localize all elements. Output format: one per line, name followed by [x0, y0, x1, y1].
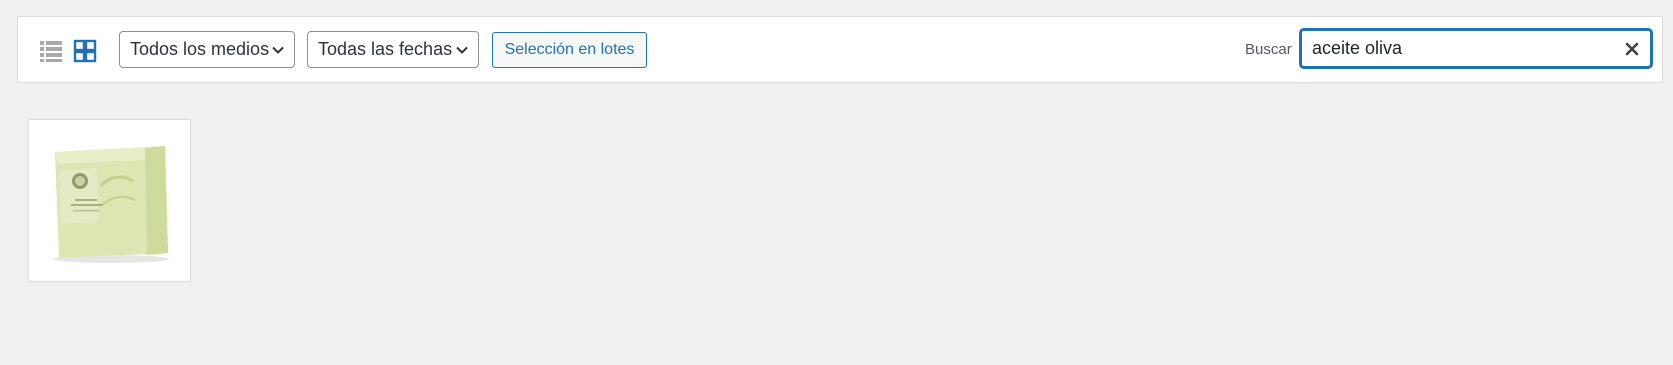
- close-icon[interactable]: [1624, 41, 1640, 57]
- soap-box-image: [52, 145, 169, 263]
- bulk-select-button[interactable]: Selección en lotes: [492, 32, 647, 68]
- view-switch: [38, 38, 98, 64]
- search-label: Buscar: [1245, 41, 1292, 58]
- attachment-thumbnail[interactable]: [28, 119, 191, 282]
- date-filter-value: Todas las fechas: [318, 39, 453, 59]
- list-view-icon[interactable]: [38, 38, 64, 64]
- grid-view-icon[interactable]: [72, 38, 98, 64]
- search-input[interactable]: [1302, 31, 1650, 66]
- search-box: [1300, 29, 1652, 68]
- chevron-down-icon: [456, 46, 468, 54]
- chevron-down-icon: [272, 46, 284, 54]
- media-type-filter-value: Todos los medios: [130, 39, 270, 59]
- date-filter[interactable]: Todas las fechas: [307, 31, 479, 68]
- media-type-filter[interactable]: Todos los medios: [119, 31, 295, 68]
- media-toolbar: Todos los medios Todas las fechas Selecc…: [17, 16, 1663, 83]
